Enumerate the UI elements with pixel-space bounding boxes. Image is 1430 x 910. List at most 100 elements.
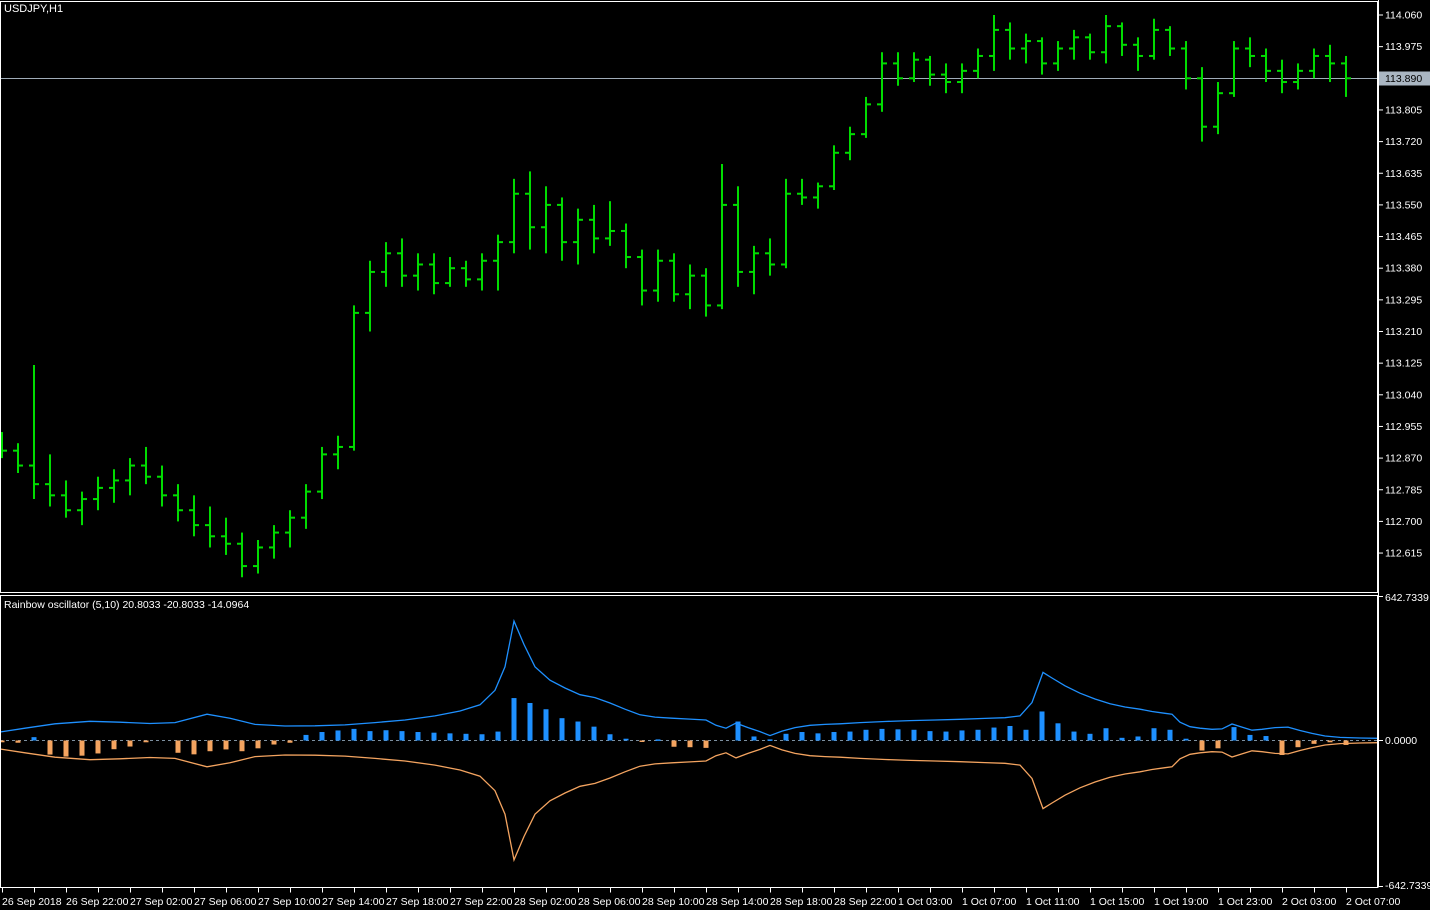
oscillator-axis-label: -642.7339 [1385,880,1430,892]
oscillator-histogram-bar [688,741,693,748]
price-axis-label: 113.465 [1385,231,1422,243]
oscillator-histogram-bar [256,741,261,749]
oscillator-histogram-bar [352,729,357,741]
mt4-chart-window: 114.060113.975113.805113.720113.635113.5… [0,0,1430,910]
oscillator-histogram-bar [96,741,101,754]
price-axis-label: 113.975 [1385,41,1422,53]
oscillator-histogram-bar [1296,741,1301,748]
price-axis-label: 113.635 [1385,168,1422,180]
oscillator-histogram-bar [624,739,629,741]
price-axis-label: 113.550 [1385,199,1422,211]
oscillator-histogram-bar [1120,738,1125,741]
time-axis-label: 28 Sep 06:00 [578,896,641,908]
oscillator-histogram-bar [1104,728,1109,740]
oscillator-histogram-bar [736,722,741,741]
oscillator-histogram-bar [496,732,501,741]
oscillator-histogram-bar [192,741,197,755]
oscillator-histogram-bar [752,736,757,740]
price-axis-label: 112.955 [1385,421,1422,433]
time-axis-label: 26 Sep 22:00 [66,896,129,908]
time-axis-label: 27 Sep 18:00 [386,896,449,908]
oscillator-panel[interactable] [0,596,1378,888]
oscillator-histogram-bar [1072,732,1077,741]
price-axis-label: 113.805 [1385,104,1422,116]
time-axis-label: 28 Sep 02:00 [514,896,577,908]
oscillator-histogram-bar [1232,727,1237,740]
oscillator-histogram-bar [864,730,869,741]
price-axis-label: 112.615 [1385,548,1422,560]
symbol-timeframe-label: USDJPY,H1 [4,3,63,15]
oscillator-histogram-bar [1168,730,1173,741]
time-axis[interactable]: 26 Sep 201826 Sep 22:0027 Sep 02:0027 Se… [2,888,1400,908]
oscillator-histogram-bar [1216,741,1221,749]
time-axis-label: 28 Sep 18:00 [770,896,833,908]
oscillator-histogram-bar [1184,739,1189,741]
oscillator-histogram-bar [944,732,949,741]
oscillator-histogram-bar [176,741,181,753]
oscillator-histogram-bar [144,741,149,743]
price-axis-label: 112.700 [1385,516,1422,528]
oscillator-histogram-bar [16,741,21,743]
oscillator-histogram-bar [528,703,533,741]
time-axis-label: 1 Oct 23:00 [1218,896,1272,908]
oscillator-histogram-bar [800,732,805,740]
price-axis-label: 112.785 [1385,484,1422,496]
oscillator-histogram-bar [1280,741,1285,756]
time-axis-label: 27 Sep 06:00 [194,896,257,908]
oscillator-histogram-bar [832,732,837,740]
oscillator-axis[interactable]: 642.7339 0.0000 -642.7339 [1378,592,1430,892]
oscillator-histogram-bar [64,741,69,757]
price-axis-label: 113.295 [1385,294,1422,306]
time-axis-label: 1 Oct 11:00 [1026,896,1080,908]
price-axis-label: 112.870 [1385,453,1422,465]
oscillator-histogram-bar [1056,723,1061,740]
price-axis-label: 113.380 [1385,263,1422,275]
oscillator-histogram-bar [976,730,981,741]
time-axis-label: 2 Oct 07:00 [1346,896,1400,908]
oscillator-histogram-bar [1328,741,1333,743]
time-axis-label: 1 Oct 15:00 [1090,896,1144,908]
price-axis-label: 113.210 [1385,326,1422,338]
oscillator-histogram-bar [240,741,245,752]
oscillator-histogram-bar [80,741,85,756]
oscillator-histogram-bar [1008,726,1013,741]
price-axis-label: 113.720 [1385,136,1422,148]
oscillator-histogram-bar [400,731,405,740]
oscillator-histogram-bar [1248,735,1253,741]
time-axis-label: 27 Sep 10:00 [258,896,321,908]
time-axis-label: 1 Oct 19:00 [1154,896,1208,908]
oscillator-axis-label: 0.0000 [1385,735,1417,747]
oscillator-histogram-bar [880,729,885,741]
price-panel[interactable] [0,0,1378,593]
time-axis-label: 2 Oct 03:00 [1282,896,1336,908]
oscillator-histogram-bar [1344,741,1349,745]
oscillator-histogram-bar [928,731,933,740]
time-axis-label: 27 Sep 02:00 [130,896,193,908]
oscillator-histogram-bar [608,734,613,740]
price-axis-label: 113.040 [1385,389,1422,401]
oscillator-histogram-bar [480,734,485,740]
oscillator-histogram-bar [960,730,965,740]
oscillator-histogram-bar [992,728,997,741]
price-axis[interactable]: 114.060113.975113.805113.720113.635113.5… [1378,10,1430,560]
time-axis-label: 28 Sep 22:00 [834,896,897,908]
oscillator-histogram-bar [1088,734,1093,741]
time-axis-label: 26 Sep 2018 [2,896,62,908]
chart-canvas[interactable]: 114.060113.975113.805113.720113.635113.5… [0,0,1430,910]
oscillator-histogram-bar [592,727,597,741]
oscillator-histogram-bar [1152,728,1157,740]
oscillator-histogram-bar [416,732,421,740]
oscillator-histogram-bar [224,741,229,750]
oscillator-histogram-bar [368,731,373,740]
oscillator-histogram-bar [320,732,325,740]
time-axis-label: 27 Sep 22:00 [450,896,513,908]
oscillator-histogram-bar [912,730,917,741]
oscillator-histogram-bar [48,741,53,755]
oscillator-histogram-bar [432,733,437,741]
oscillator-histogram-bar [1312,741,1317,744]
oscillator-histogram-bar [288,741,293,743]
oscillator-histogram-bar [384,730,389,740]
oscillator-axis-label: 642.7339 [1385,592,1429,604]
oscillator-histogram-bar [560,718,565,740]
oscillator-histogram-bar [704,741,709,748]
